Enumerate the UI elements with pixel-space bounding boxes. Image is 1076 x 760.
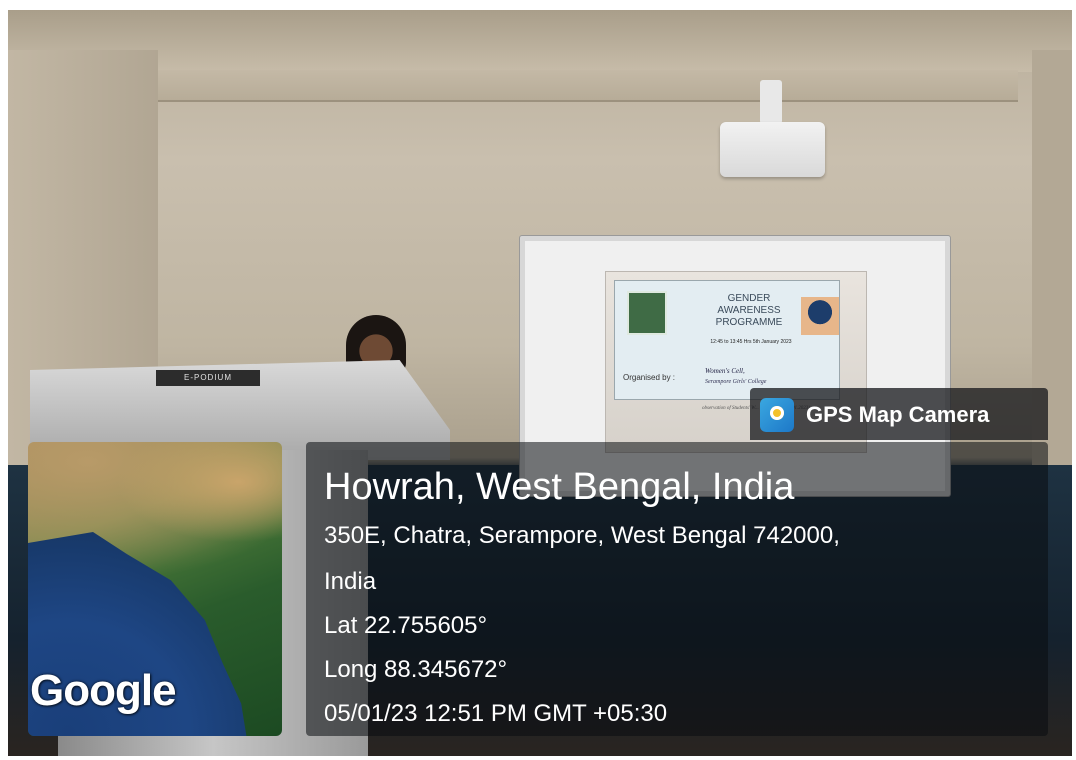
gps-map-camera-icon xyxy=(760,398,794,432)
portrait-icon xyxy=(801,297,839,335)
college-logo-icon xyxy=(627,291,667,335)
podium-label: E-PODIUM xyxy=(156,370,260,386)
ceiling-beam xyxy=(138,70,1018,102)
gps-badge: GPS Map Camera xyxy=(750,388,1048,440)
slide-time: 12:45 to 13:45 Hrs 5th January 2023 xyxy=(710,339,792,345)
location-pin-icon xyxy=(770,406,784,420)
ceiling xyxy=(8,10,1072,72)
place-title: Howrah, West Bengal, India xyxy=(324,466,795,508)
slide-panel: GENDER AWARENESS PROGRAMME 12:45 to 13:4… xyxy=(614,280,840,400)
address-line-2: India xyxy=(324,568,377,595)
slide-organiser: Women's Cell, xyxy=(705,367,745,375)
latitude: Lat 22.755605° xyxy=(324,612,488,639)
slide-organised-label: Organised by : xyxy=(623,373,676,382)
projector-mount xyxy=(760,80,782,124)
google-logo: Google xyxy=(30,666,177,715)
projector xyxy=(720,122,825,177)
slide-title: GENDER AWARENESS PROGRAMME xyxy=(715,293,783,328)
address-line-1: 350E, Chatra, Serampore, West Bengal 742… xyxy=(324,522,840,549)
location-info-panel: Howrah, West Bengal, India 350E, Chatra,… xyxy=(306,442,1048,736)
longitude: Long 88.345672° xyxy=(324,656,508,683)
map-thumbnail: Google xyxy=(28,442,282,736)
slide-college: Serampore Girls' College xyxy=(705,379,767,385)
datetime: 05/01/23 12:51 PM GMT +05:30 xyxy=(324,700,668,727)
app-name: GPS Map Camera xyxy=(806,402,990,427)
